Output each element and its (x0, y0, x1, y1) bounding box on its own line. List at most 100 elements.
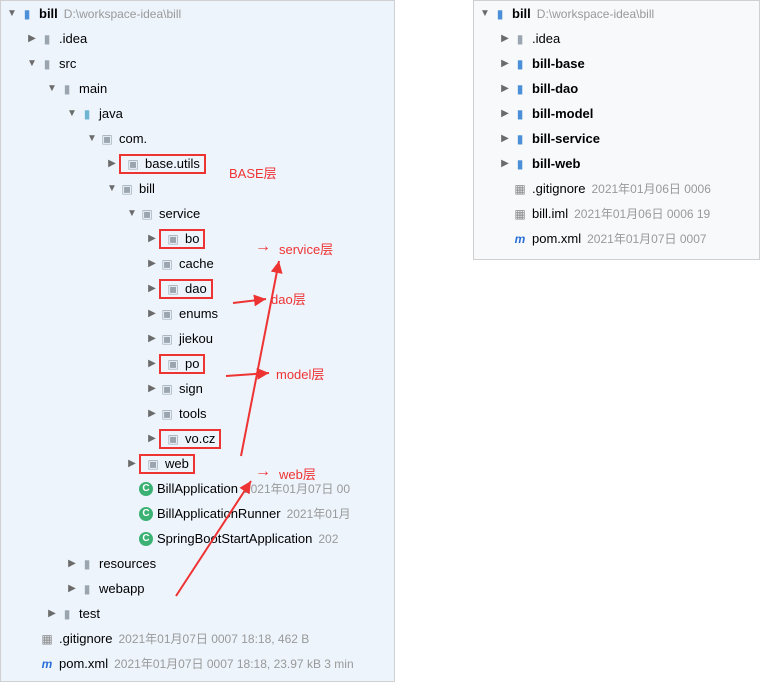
chevron-right-icon[interactable]: ▶ (145, 258, 159, 269)
chevron-right-icon[interactable]: ▶ (65, 558, 79, 569)
tree-row-gitignore[interactable]: ▶ ▦ .gitignore 2021年01月07日 0007 18:18, 4… (1, 626, 394, 651)
tree-row-enums[interactable]: ▶ ▣ enums (1, 301, 394, 326)
package-icon: ▣ (119, 181, 135, 197)
tree-row-sign[interactable]: ▶ ▣ sign (1, 376, 394, 401)
chevron-right-icon[interactable]: ▶ (498, 33, 512, 44)
folder-icon: ▮ (59, 81, 75, 97)
tree-row-billweb[interactable]: ▶ ▮ bill-web (474, 151, 759, 176)
tree-row-baseutils[interactable]: ▶ ▣ base.utils (1, 151, 394, 176)
tree-row-idea[interactable]: ▶ ▮ .idea (474, 26, 759, 51)
chevron-down-icon[interactable]: ▼ (105, 183, 119, 194)
tree-row-billapp[interactable]: ▶ C BillApplication 2021年01月07日 00 (1, 476, 394, 501)
tree-row-webapp[interactable]: ▶ ▮ webapp (1, 576, 394, 601)
class-icon: C (139, 507, 153, 521)
tree-row-cache[interactable]: ▶ ▣ cache (1, 251, 394, 276)
tree-row-tools[interactable]: ▶ ▣ tools (1, 401, 394, 426)
tree-row-idea[interactable]: ▶ ▮ .idea (1, 26, 394, 51)
chevron-right-icon[interactable]: ▶ (125, 458, 139, 469)
root-name: bill (39, 6, 58, 21)
chevron-right-icon[interactable]: ▶ (145, 333, 159, 344)
tree-row-po[interactable]: ▶ ▣ po (1, 351, 394, 376)
module-folder-icon: ▮ (492, 6, 508, 22)
class-icon: C (139, 532, 153, 546)
package-icon: ▣ (165, 356, 181, 372)
tree-row-pom[interactable]: ▶ m pom.xml 2021年01月07日 0007 (474, 226, 759, 251)
chevron-right-icon[interactable]: ▶ (145, 433, 159, 444)
chevron-right-icon[interactable]: ▶ (105, 158, 119, 169)
chevron-down-icon[interactable]: ▼ (125, 208, 139, 219)
highlight-box: ▣ web (139, 454, 195, 474)
chevron-down-icon[interactable]: ▼ (478, 8, 492, 19)
chevron-right-icon[interactable]: ▶ (498, 58, 512, 69)
folder-icon: ▮ (39, 31, 55, 47)
folder-icon: ▮ (79, 581, 95, 597)
chevron-down-icon[interactable]: ▼ (25, 58, 39, 69)
tree-row-billmodel[interactable]: ▶ ▮ bill-model (474, 101, 759, 126)
iml-icon: ▦ (512, 206, 528, 222)
tree-row-billservice[interactable]: ▶ ▮ bill-service (474, 126, 759, 151)
package-icon: ▣ (165, 281, 181, 297)
chevron-right-icon[interactable]: ▶ (25, 33, 39, 44)
chevron-right-icon[interactable]: ▶ (498, 158, 512, 169)
chevron-right-icon[interactable]: ▶ (145, 408, 159, 419)
chevron-right-icon[interactable]: ▶ (145, 358, 159, 369)
chevron-right-icon[interactable]: ▶ (498, 108, 512, 119)
tree-row-root[interactable]: ▼ ▮ bill D:\workspace-idea\bill (1, 1, 394, 26)
highlight-box: ▣ po (159, 354, 205, 374)
tree-row-billdao[interactable]: ▶ ▮ bill-dao (474, 76, 759, 101)
maven-icon: m (39, 656, 55, 672)
tree-row-com[interactable]: ▼ ▣ com. (1, 126, 394, 151)
highlight-box: ▣ vo.cz (159, 429, 221, 449)
chevron-down-icon[interactable]: ▼ (45, 83, 59, 94)
module-folder-icon: ▮ (512, 106, 528, 122)
module-folder-icon: ▮ (512, 131, 528, 147)
package-icon: ▣ (139, 206, 155, 222)
left-tree-panel: ▼ ▮ bill D:\workspace-idea\bill ▶ ▮ .ide… (0, 0, 395, 682)
tree-row-test[interactable]: ▶ ▮ test (1, 601, 394, 626)
tree-row-resources[interactable]: ▶ ▮ resources (1, 551, 394, 576)
tree-row-gitignore[interactable]: ▶ ▦ .gitignore 2021年01月06日 0006 (474, 176, 759, 201)
chevron-right-icon[interactable]: ▶ (145, 308, 159, 319)
package-icon: ▣ (159, 331, 175, 347)
tree-row-vocz[interactable]: ▶ ▣ vo.cz (1, 426, 394, 451)
tree-row-dao[interactable]: ▶ ▣ dao (1, 276, 394, 301)
chevron-down-icon[interactable]: ▼ (85, 133, 99, 144)
module-folder-icon: ▮ (19, 6, 35, 22)
tree-row-pom[interactable]: ▶ m pom.xml 2021年01月07日 0007 18:18, 23.9… (1, 651, 394, 676)
tree-row-web[interactable]: ▶ ▣ web (1, 451, 394, 476)
tree-row-src[interactable]: ▼ ▮ src (1, 51, 394, 76)
tree-row-jiekou[interactable]: ▶ ▣ jiekou (1, 326, 394, 351)
package-icon: ▣ (125, 156, 141, 172)
tree-row-billiml[interactable]: ▶ ▦ bill.iml 2021年01月06日 0006 19 (474, 201, 759, 226)
tree-row-billbase[interactable]: ▶ ▮ bill-base (474, 51, 759, 76)
tree-row-bill[interactable]: ▼ ▣ bill (1, 176, 394, 201)
tree-row-service[interactable]: ▼ ▣ service (1, 201, 394, 226)
chevron-right-icon[interactable]: ▶ (498, 83, 512, 94)
tree-row-springboot[interactable]: ▶ C SpringBootStartApplication 202 (1, 526, 394, 551)
chevron-right-icon[interactable]: ▶ (45, 608, 59, 619)
tree-row-billapprunner[interactable]: ▶ C BillApplicationRunner 2021年01月 (1, 501, 394, 526)
module-folder-icon: ▮ (512, 81, 528, 97)
package-icon: ▣ (165, 231, 181, 247)
chevron-down-icon[interactable]: ▼ (65, 108, 79, 119)
class-icon: C (139, 482, 153, 496)
gitignore-icon: ▦ (512, 181, 528, 197)
chevron-down-icon[interactable]: ▼ (5, 8, 19, 19)
chevron-right-icon[interactable]: ▶ (145, 283, 159, 294)
highlight-box: ▣ bo (159, 229, 205, 249)
chevron-right-icon[interactable]: ▶ (65, 583, 79, 594)
root-path: D:\workspace-idea\bill (64, 7, 181, 21)
tree-row-java[interactable]: ▼ ▮ java (1, 101, 394, 126)
tree-row-main[interactable]: ▼ ▮ main (1, 76, 394, 101)
package-icon: ▣ (165, 431, 181, 447)
chevron-right-icon[interactable]: ▶ (145, 383, 159, 394)
package-icon: ▣ (159, 306, 175, 322)
package-icon: ▣ (145, 456, 161, 472)
folder-icon: ▮ (59, 606, 75, 622)
chevron-right-icon[interactable]: ▶ (145, 233, 159, 244)
maven-icon: m (512, 231, 528, 247)
tree-row-bo[interactable]: ▶ ▣ bo (1, 226, 394, 251)
resources-folder-icon: ▮ (79, 556, 95, 572)
chevron-right-icon[interactable]: ▶ (498, 133, 512, 144)
tree-row-root[interactable]: ▼ ▮ bill D:\workspace-idea\bill (474, 1, 759, 26)
